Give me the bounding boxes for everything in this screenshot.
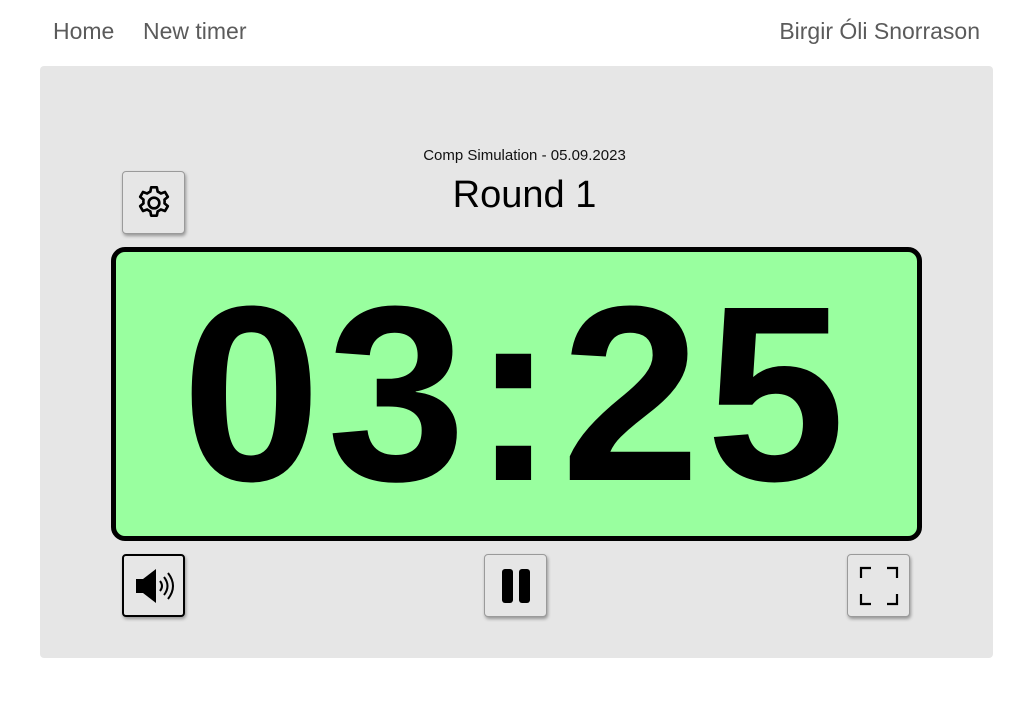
nav-new-timer-link[interactable]: New timer — [143, 18, 247, 45]
sound-toggle-button[interactable] — [122, 554, 185, 617]
settings-button[interactable] — [122, 171, 185, 234]
fullscreen-button[interactable] — [847, 554, 910, 617]
speaker-on-icon — [135, 568, 174, 603]
nav-home-link[interactable]: Home — [53, 18, 114, 45]
pause-icon — [501, 568, 530, 603]
nav-user-link[interactable]: Birgir Óli Snorrason — [779, 18, 980, 45]
pause-button[interactable] — [484, 554, 547, 617]
timer-subtitle: Comp Simulation - 05.09.2023 — [423, 147, 626, 164]
fullscreen-icon — [859, 566, 898, 605]
timer-panel: Comp Simulation - 05.09.2023 Round 1 03:… — [40, 66, 993, 658]
round-title: Round 1 — [452, 174, 597, 216]
timer-digits: 03:25 — [181, 254, 852, 533]
top-navbar: Home New timer Birgir Óli Snorrason — [0, 0, 1034, 64]
timer-display: 03:25 — [111, 247, 922, 541]
gear-icon — [138, 185, 169, 217]
